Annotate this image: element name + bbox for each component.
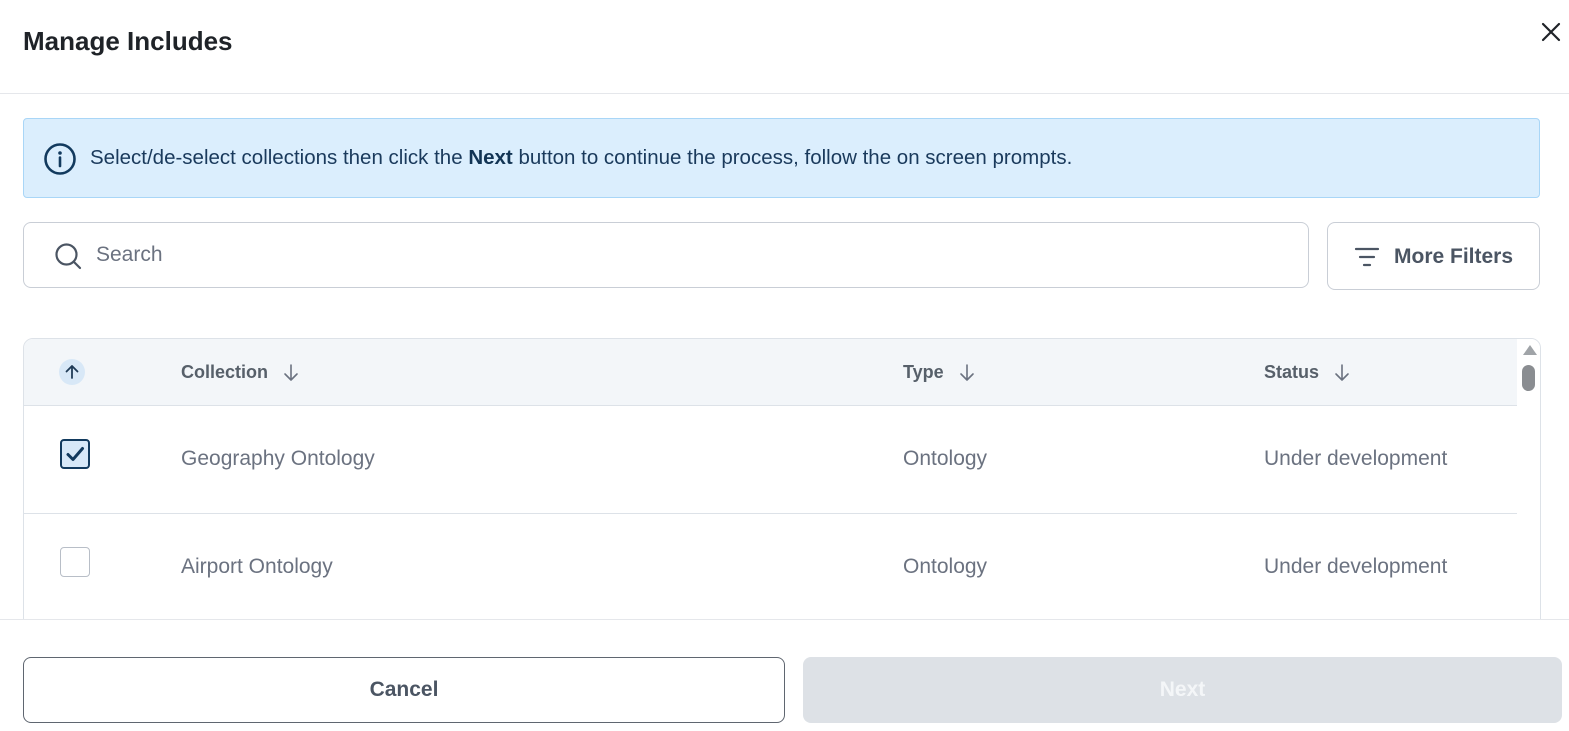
info-banner: Select/de-select collections then click … — [23, 118, 1540, 198]
arrow-up-icon — [65, 365, 79, 379]
scroll-up-arrow-icon[interactable] — [1523, 345, 1537, 355]
row-checkbox-unchecked[interactable] — [60, 547, 90, 577]
column-header-type[interactable]: Type — [903, 362, 976, 383]
column-label-status: Status — [1264, 362, 1320, 382]
info-text-bold: Next — [468, 146, 513, 169]
more-filters-label: More Filters — [1394, 245, 1514, 268]
dialog-title: Manage Includes — [23, 26, 233, 56]
info-text-after: button to continue the process, follow t… — [512, 146, 1073, 169]
dialog-header: Manage Includes — [0, 0, 1569, 94]
info-banner-text: Select/de-select collections then click … — [90, 146, 1072, 170]
info-text-before: Select/de-select collections then click … — [90, 146, 469, 169]
arrow-down-icon — [959, 363, 974, 381]
table-scrollbar[interactable] — [1517, 339, 1540, 637]
cell-type: Ontology — [903, 447, 988, 470]
column-header-collection[interactable]: Collection — [181, 362, 300, 383]
cancel-button[interactable]: Cancel — [23, 657, 785, 723]
cell-collection: Airport Ontology — [181, 555, 333, 578]
checkmark-icon — [66, 447, 84, 461]
column-header-status[interactable]: Status — [1264, 362, 1351, 383]
search-icon — [54, 242, 82, 270]
info-circle-icon — [43, 142, 77, 176]
arrow-down-icon — [284, 363, 298, 381]
cell-status: Under development — [1264, 447, 1448, 470]
cell-collection: Geography Ontology — [181, 447, 375, 470]
table-row[interactable]: Geography Ontology Ontology Under develo… — [24, 406, 1517, 514]
cell-type: Ontology — [903, 555, 988, 578]
search-input[interactable] — [96, 235, 1276, 275]
table-header: Collection Type Status — [24, 339, 1517, 406]
arrow-down-icon — [1335, 363, 1349, 381]
scrollbar-thumb[interactable] — [1522, 365, 1535, 391]
column-label-collection: Collection — [181, 362, 269, 382]
filter-lines-icon — [1354, 245, 1380, 269]
cell-status: Under development — [1264, 555, 1448, 578]
more-filters-button[interactable]: More Filters — [1327, 222, 1540, 290]
next-button[interactable]: Next — [803, 657, 1562, 723]
table-row[interactable]: Airport Ontology Ontology Under developm… — [24, 514, 1517, 622]
close-icon[interactable] — [1538, 19, 1564, 45]
row-checkbox-checked[interactable] — [60, 439, 90, 469]
search-box — [23, 222, 1309, 288]
collections-table: Collection Type Status Geography Ontolog… — [23, 338, 1541, 638]
dialog-footer: Cancel Next — [0, 619, 1569, 731]
select-column-sort-button[interactable] — [59, 359, 85, 385]
column-label-type: Type — [903, 362, 944, 382]
